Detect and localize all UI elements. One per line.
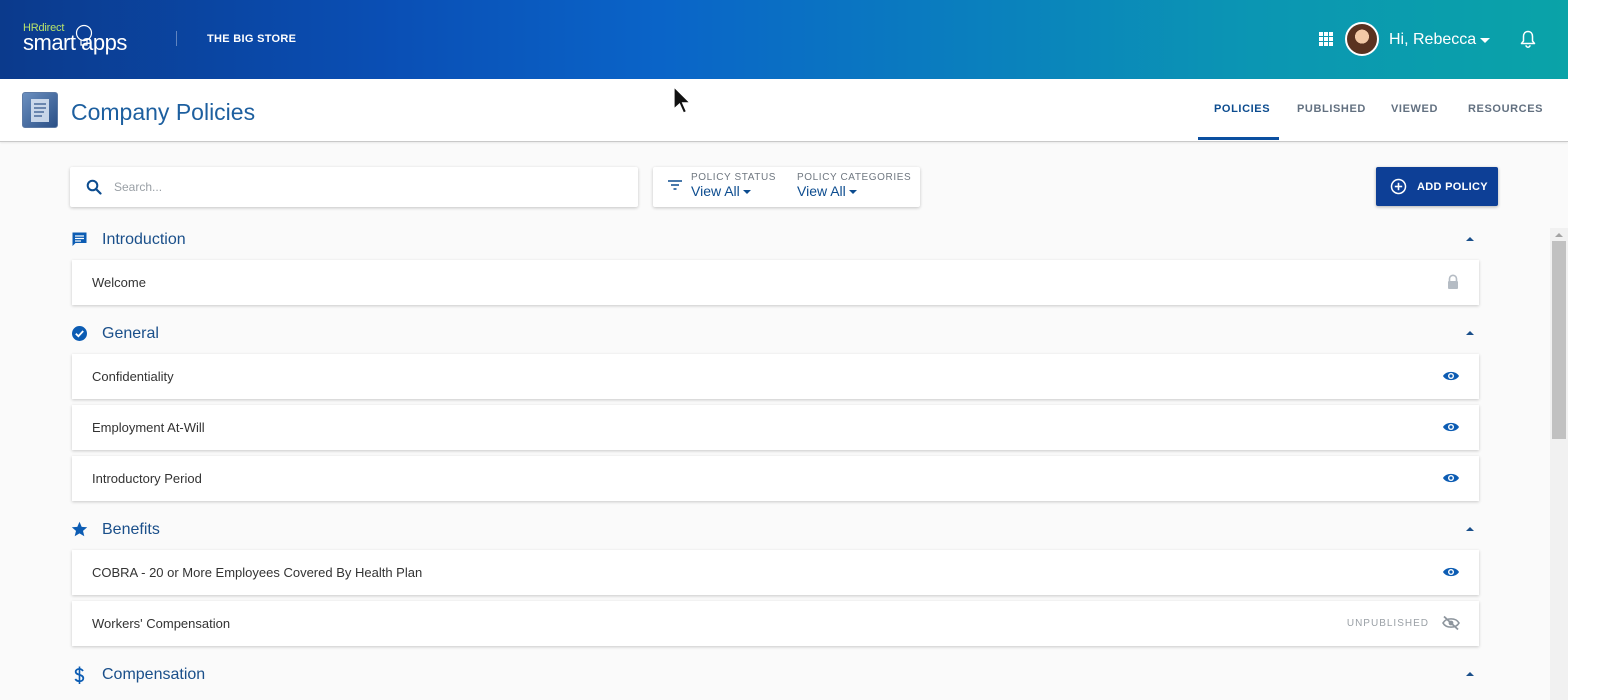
policy-categories-value[interactable]: View All [797, 183, 911, 199]
filter-panel: POLICY STATUS View All POLICY CATEGORIES… [653, 167, 920, 207]
section-introduction[interactable]: Introduction [71, 228, 1479, 252]
tab-resources[interactable]: RESOURCES [1468, 103, 1543, 115]
policy-row[interactable]: Employment At-Will [72, 405, 1479, 450]
section-compensation[interactable]: Compensation [71, 663, 1479, 687]
section-title: Benefits [102, 521, 160, 538]
section-general[interactable]: General [71, 322, 1479, 346]
eye-off-icon [1442, 615, 1460, 631]
policy-name: Introductory Period [92, 471, 202, 486]
policy-row[interactable]: Welcome [72, 260, 1479, 305]
add-circle-icon [1390, 178, 1407, 195]
user-greeting[interactable]: Hi, Rebecca [1389, 31, 1476, 49]
caret-down-icon [742, 190, 751, 195]
chevron-down-icon[interactable] [1480, 38, 1490, 43]
section-title: General [102, 325, 159, 342]
unpublished-status: UNPUBLISHED [1346, 618, 1429, 629]
policy-status-label: POLICY STATUS [691, 172, 777, 183]
policy-row[interactable]: Introductory Period [72, 456, 1479, 501]
vertical-scrollbar[interactable] [1550, 228, 1568, 700]
policy-status-value-text: View All [691, 183, 740, 199]
user-avatar[interactable] [1345, 22, 1379, 56]
policy-name: Confidentiality [92, 369, 174, 384]
eye-icon [1443, 567, 1459, 577]
policy-status-filter[interactable]: POLICY STATUS View All [691, 172, 776, 199]
window-gutter [1568, 0, 1600, 700]
policy-name: Workers' Compensation [92, 616, 231, 631]
eye-icon [1443, 473, 1459, 483]
policy-row[interactable]: Confidentiality [72, 354, 1479, 399]
filter-icon [668, 180, 682, 190]
collapse-arrow-icon[interactable] [1466, 237, 1474, 241]
apps-grid-icon[interactable] [1318, 31, 1334, 47]
policy-categories-filter[interactable]: POLICY CATEGORIES View All [797, 172, 911, 199]
scroll-up-arrow-icon[interactable] [1555, 233, 1563, 237]
policy-status-value[interactable]: View All [691, 183, 776, 199]
star-icon [71, 521, 88, 537]
section-title: Compensation [102, 666, 206, 683]
check-circle-icon [72, 326, 87, 341]
scrollbar-thumb[interactable] [1552, 241, 1566, 439]
collapse-arrow-icon[interactable] [1466, 331, 1474, 335]
policy-name: COBRA - 20 or More Employees Covered By … [92, 565, 423, 580]
policy-name: Employment At-Will [92, 420, 205, 435]
caret-down-icon [848, 190, 857, 195]
lock-icon [1448, 274, 1458, 289]
add-policy-button[interactable]: ADD POLICY [1376, 167, 1498, 206]
eye-icon [1443, 371, 1459, 381]
lightbulb-icon [75, 24, 93, 46]
company-policies-app-icon [22, 92, 58, 128]
policy-row[interactable]: Workers' Compensation UNPUBLISHED [72, 601, 1479, 646]
collapse-arrow-icon[interactable] [1466, 527, 1474, 531]
store-name: THE BIG STORE [207, 33, 297, 45]
search-box [70, 167, 638, 207]
bell-icon[interactable] [1520, 30, 1536, 48]
section-title: Introduction [102, 231, 186, 248]
eye-icon [1443, 422, 1459, 432]
top-header: HRdirect smart apps THE BIG STORE Hi, Re… [0, 0, 1568, 79]
mouse-pointer-icon [673, 86, 692, 114]
active-tab-indicator [1198, 137, 1279, 140]
policy-row[interactable]: COBRA - 20 or More Employees Covered By … [72, 550, 1479, 595]
dollar-icon [74, 666, 85, 684]
policy-categories-value-text: View All [797, 183, 846, 199]
tab-viewed[interactable]: VIEWED [1391, 103, 1438, 115]
tab-policies[interactable]: POLICIES [1214, 103, 1270, 115]
policy-document-icon [31, 99, 49, 122]
smart-apps-logo[interactable]: HRdirect smart apps [23, 20, 153, 60]
page-header: Company Policies POLICIES PUBLISHED VIEW… [0, 79, 1568, 142]
tab-published[interactable]: PUBLISHED [1297, 103, 1366, 115]
header-divider [176, 31, 177, 46]
policy-categories-label: POLICY CATEGORIES [797, 172, 912, 183]
search-icon [86, 179, 102, 195]
collapse-arrow-icon[interactable] [1466, 672, 1474, 676]
policy-name: Welcome [92, 275, 146, 290]
page-title: Company Policies [71, 99, 256, 125]
message-icon [72, 232, 87, 246]
search-input[interactable] [114, 175, 614, 199]
add-policy-label: ADD POLICY [1417, 181, 1488, 193]
section-benefits[interactable]: Benefits [71, 518, 1479, 542]
